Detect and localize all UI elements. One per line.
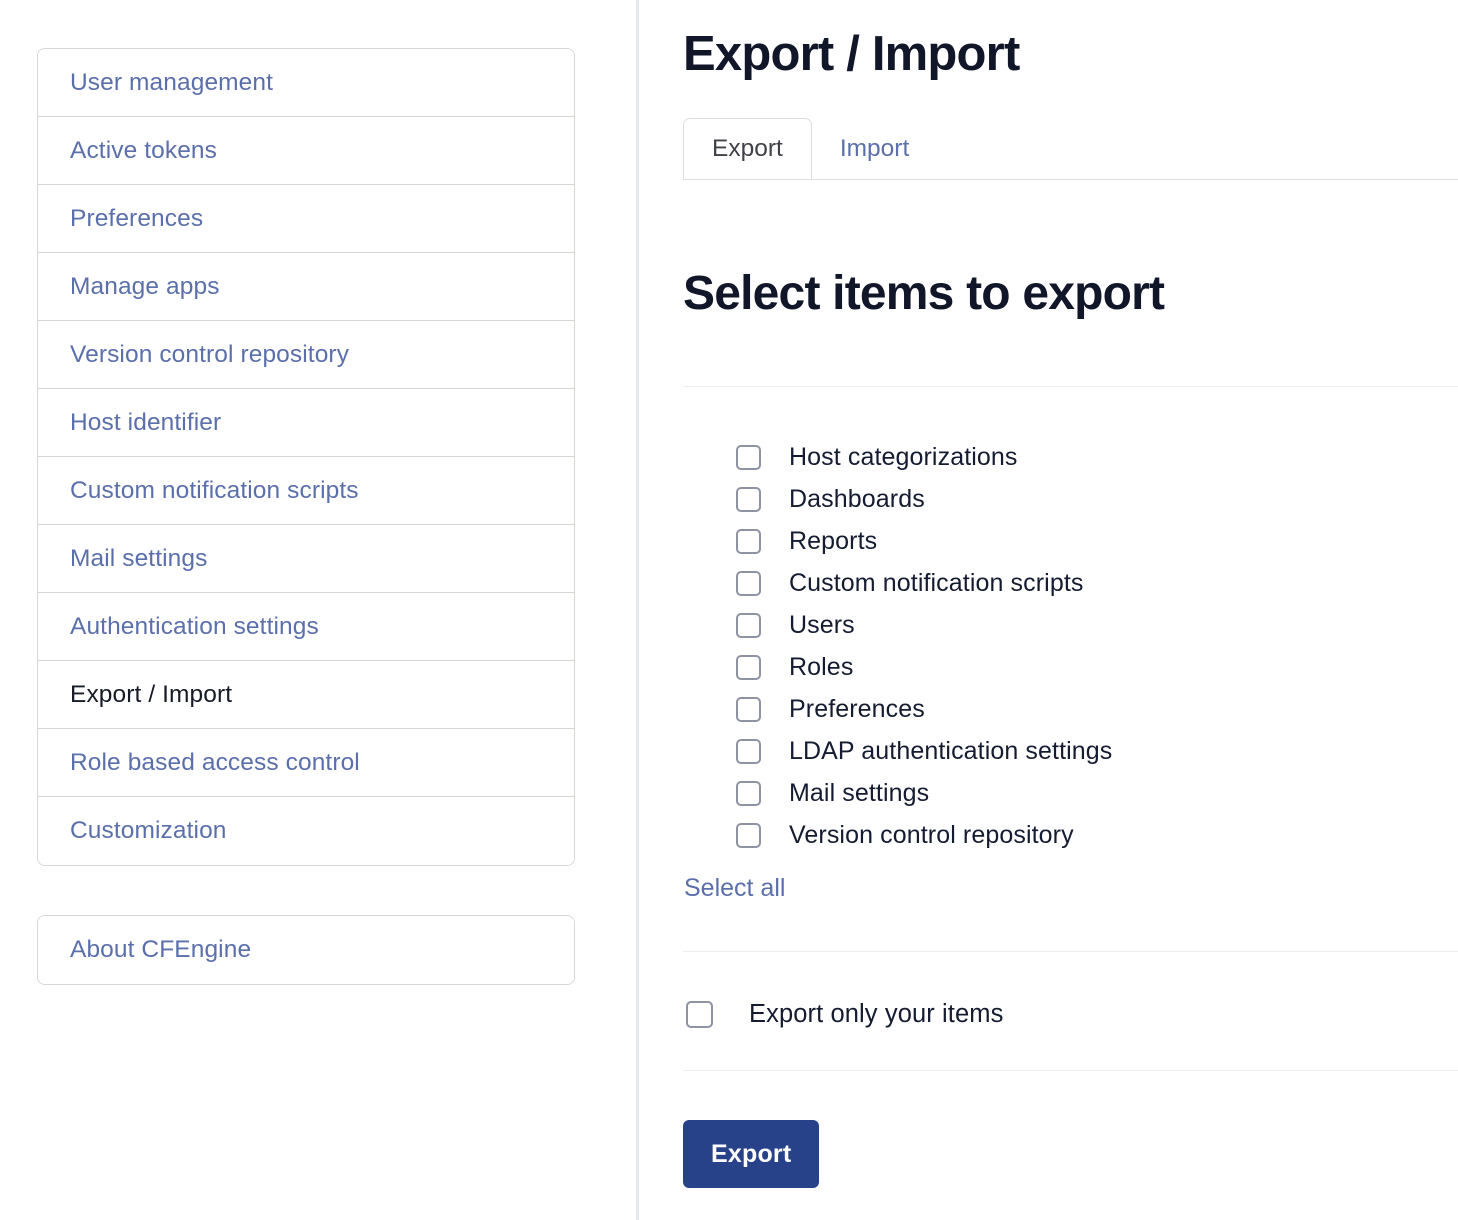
export-item-row[interactable]: LDAP authentication settings (736, 730, 1112, 772)
checkbox-icon[interactable] (736, 613, 761, 638)
export-item-label: Host categorizations (789, 443, 1018, 472)
export-item-label: Mail settings (789, 779, 929, 808)
sidebar-item-role-based-access-control[interactable]: Role based access control (38, 729, 574, 797)
sidebar-item-custom-notification-scripts[interactable]: Custom notification scripts (38, 457, 574, 525)
export-item-row[interactable]: Roles (736, 646, 1112, 688)
export-item-label: Custom notification scripts (789, 569, 1083, 598)
sidebar-primary-card: User managementActive tokensPreferencesM… (37, 48, 575, 866)
sidebar-item-preferences[interactable]: Preferences (38, 185, 574, 253)
sidebar-item-user-management[interactable]: User management (38, 49, 574, 117)
checkbox-icon[interactable] (736, 697, 761, 722)
export-item-label: Preferences (789, 695, 925, 724)
section-heading: Select items to export (683, 268, 1164, 321)
checkbox-icon[interactable] (736, 571, 761, 596)
checkbox-icon[interactable] (736, 823, 761, 848)
settings-sidebar: User managementActive tokensPreferencesM… (37, 48, 575, 985)
export-button[interactable]: Export (683, 1120, 819, 1188)
sidebar-secondary-card: About CFEngine (37, 915, 575, 985)
export-item-label: Version control repository (789, 821, 1074, 850)
sidebar-item-customization[interactable]: Customization (38, 797, 574, 865)
checkbox-icon[interactable] (736, 529, 761, 554)
page-title: Export / Import (683, 28, 1019, 82)
tab-bar: ExportImport (683, 118, 1458, 180)
export-item-label: Roles (789, 653, 853, 682)
export-only-your-items-row[interactable]: Export only your items (686, 1000, 1003, 1029)
sidebar-item-about-cfengine[interactable]: About CFEngine (38, 916, 574, 984)
main-panel: Export / Import ExportImport Select item… (683, 0, 1458, 1220)
sidebar-item-authentication-settings[interactable]: Authentication settings (38, 593, 574, 661)
export-only-your-items-label: Export only your items (749, 1000, 1003, 1029)
export-item-row[interactable]: Version control repository (736, 814, 1112, 856)
sidebar-item-version-control-repository[interactable]: Version control repository (38, 321, 574, 389)
sidebar-item-manage-apps[interactable]: Manage apps (38, 253, 574, 321)
export-item-row[interactable]: Mail settings (736, 772, 1112, 814)
select-all-link[interactable]: Select all (684, 874, 785, 903)
checkbox-icon[interactable] (736, 487, 761, 512)
sidebar-item-mail-settings[interactable]: Mail settings (38, 525, 574, 593)
checkbox-icon[interactable] (736, 655, 761, 680)
export-item-label: LDAP authentication settings (789, 737, 1112, 766)
export-item-row[interactable]: Host categorizations (736, 436, 1112, 478)
tab-import[interactable]: Import (812, 118, 937, 179)
export-item-row[interactable]: Reports (736, 520, 1112, 562)
tab-export[interactable]: Export (683, 118, 812, 179)
sidebar-item-export-import: Export / Import (38, 661, 574, 729)
export-item-label: Users (789, 611, 855, 640)
export-item-label: Dashboards (789, 485, 925, 514)
divider-top (683, 386, 1458, 387)
export-item-row[interactable]: Users (736, 604, 1112, 646)
checkbox-icon[interactable] (736, 781, 761, 806)
export-only-your-items-checkbox[interactable] (686, 1001, 713, 1028)
export-item-row[interactable]: Dashboards (736, 478, 1112, 520)
export-item-row[interactable]: Preferences (736, 688, 1112, 730)
export-item-row[interactable]: Custom notification scripts (736, 562, 1112, 604)
checkbox-icon[interactable] (736, 739, 761, 764)
checkbox-icon[interactable] (736, 445, 761, 470)
divider-bottom (683, 1070, 1458, 1071)
settings-page: User managementActive tokensPreferencesM… (0, 0, 1458, 1220)
export-item-label: Reports (789, 527, 877, 556)
sidebar-item-host-identifier[interactable]: Host identifier (38, 389, 574, 457)
divider-middle (683, 951, 1458, 952)
export-items-list: Host categorizations Dashboards Reports Cus… (736, 436, 1112, 856)
panel-divider (636, 0, 639, 1220)
sidebar-item-active-tokens[interactable]: Active tokens (38, 117, 574, 185)
